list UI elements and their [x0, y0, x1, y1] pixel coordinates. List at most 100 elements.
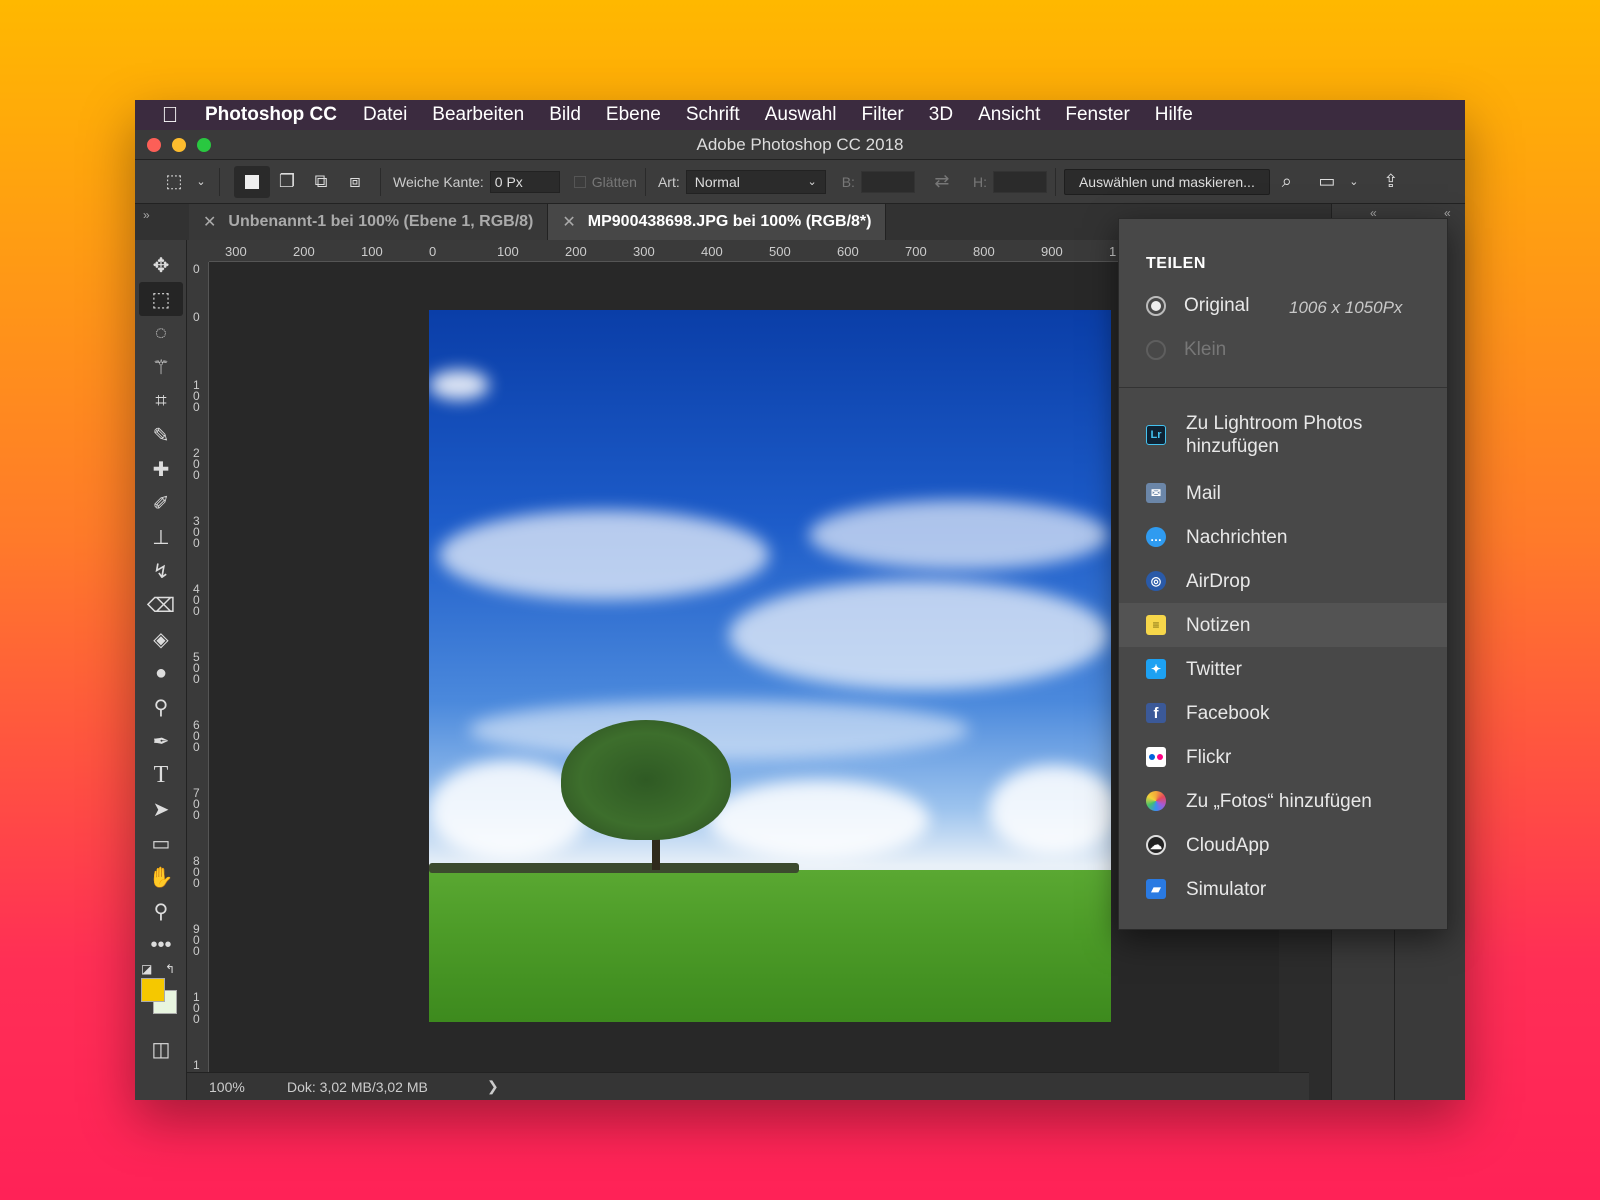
search-icon[interactable]: ⌕ — [1274, 169, 1300, 195]
feather-input[interactable] — [489, 170, 560, 193]
healing-brush-tool-icon[interactable]: ✚ — [135, 452, 187, 486]
tab-mp900438698[interactable]: ✕ MP900438698.JPG bei 100% (RGB/8*) — [548, 204, 887, 240]
add-selection-icon[interactable]: ❐ — [274, 169, 300, 195]
subtract-selection-icon[interactable]: ⧉ — [308, 169, 334, 195]
width-input[interactable] — [860, 170, 915, 193]
menu-app-name[interactable]: Photoshop CC — [205, 104, 337, 126]
menu-schrift[interactable]: Schrift — [686, 104, 740, 126]
share-item-mail[interactable]: ✉ Mail — [1119, 471, 1447, 515]
workspace-icon[interactable]: ▭ — [1314, 169, 1340, 195]
chevron-down-icon: ⌄ — [807, 176, 817, 188]
original-radio[interactable] — [1146, 296, 1166, 316]
stamp-tool-icon[interactable]: ⊥ — [135, 520, 187, 554]
height-input[interactable] — [992, 170, 1047, 193]
hand-tool-icon[interactable]: ✋ — [135, 860, 187, 894]
rectangle-tool-icon[interactable]: ▭ — [135, 826, 187, 860]
crop-tool-icon[interactable]: ⌗ — [135, 384, 187, 418]
dodge-tool-icon[interactable]: ⚲ — [135, 690, 187, 724]
share-item-airdrop[interactable]: ◎ AirDrop — [1119, 559, 1447, 603]
size-small-option[interactable]: Klein — [1146, 339, 1226, 361]
share-icon[interactable]: ⇪ — [1378, 169, 1404, 195]
select-and-mask-button[interactable]: Auswählen und maskieren... — [1063, 168, 1270, 195]
share-item-lightroom[interactable]: Lr Zu Lightroom Photos hinzufügen — [1119, 403, 1447, 467]
menu-ansicht[interactable]: Ansicht — [978, 104, 1040, 126]
marquee-tool-icon[interactable]: ⬚ — [139, 282, 183, 316]
eyedropper-tool-icon[interactable]: ✎ — [135, 418, 187, 452]
lasso-tool-icon[interactable]: ◌ — [135, 316, 187, 350]
marquee-preset-icon[interactable]: ⬚ — [161, 169, 187, 195]
paint-bucket-tool-icon[interactable]: ◈ — [135, 622, 187, 656]
share-item-label: Mail — [1186, 482, 1221, 504]
share-item-fotos[interactable]: Zu „Fotos“ hinzufügen — [1119, 779, 1447, 823]
chevron-down-icon[interactable]: ⌄ — [195, 169, 207, 195]
swap-colors-icon[interactable]: ↰ — [165, 962, 175, 976]
foreground-color[interactable] — [141, 978, 165, 1002]
antialias-label: Glätten — [591, 173, 637, 190]
ruler-tick-label: 900 — [1041, 244, 1063, 259]
move-tool-icon[interactable]: ✥ — [135, 248, 187, 282]
brush-tool-icon[interactable]: ✐ — [135, 486, 187, 520]
color-swatches: ◪ ↰ — [135, 962, 186, 1032]
menu-hilfe[interactable]: Hilfe — [1155, 104, 1193, 126]
document-size: Dok: 3,02 MB/3,02 MB — [287, 1078, 428, 1095]
ruler-tick-label: 400 — [701, 244, 723, 259]
size-original-option[interactable]: Original — [1146, 295, 1249, 317]
share-item-flickr[interactable]: Flickr — [1119, 735, 1447, 779]
options-divider — [219, 167, 220, 196]
zoom-level[interactable]: 100% — [187, 1079, 257, 1095]
history-brush-tool-icon[interactable]: ↯ — [135, 554, 187, 588]
swap-icon[interactable]: ⇄ — [929, 169, 955, 195]
lightroom-icon: Lr — [1146, 425, 1166, 445]
share-item-notizen[interactable]: ≡ Notizen — [1119, 603, 1447, 647]
menu-bearbeiten[interactable]: Bearbeiten — [432, 104, 524, 126]
expand-panel-icon[interactable]: » — [135, 204, 189, 240]
menu-3d[interactable]: 3D — [929, 104, 953, 126]
path-select-tool-icon[interactable]: ➤ — [135, 792, 187, 826]
share-item-twitter[interactable]: ✦ Twitter — [1119, 647, 1447, 691]
share-item-nachrichten[interactable]: … Nachrichten — [1119, 515, 1447, 559]
small-radio[interactable] — [1146, 340, 1166, 360]
tab-unbenannt[interactable]: ✕ Unbenannt-1 bei 100% (Ebene 1, RGB/8) — [189, 204, 549, 240]
simulator-icon: ▰ — [1146, 879, 1166, 899]
pen-tool-icon[interactable]: ✒ — [135, 724, 187, 758]
menu-fenster[interactable]: Fenster — [1065, 104, 1129, 126]
menu-auswahl[interactable]: Auswahl — [765, 104, 837, 126]
share-item-cloudapp[interactable]: ☁ CloudApp — [1119, 823, 1447, 867]
chevron-down-icon[interactable]: ⌄ — [1348, 169, 1360, 195]
tree-crown — [561, 720, 731, 840]
more-tools-icon[interactable]: ••• — [135, 928, 187, 962]
ruler-tick-label: 100 — [193, 378, 200, 414]
share-item-simulator[interactable]: ▰ Simulator — [1119, 867, 1447, 911]
document-image[interactable] — [429, 310, 1111, 1022]
quick-mask-icon[interactable]: ◫ — [135, 1032, 187, 1066]
close-window-button[interactable] — [147, 138, 161, 152]
menu-filter[interactable]: Filter — [862, 104, 904, 126]
antialias-checkbox[interactable] — [573, 175, 586, 188]
share-item-facebook[interactable]: f Facebook — [1119, 691, 1447, 735]
minimize-window-button[interactable] — [172, 138, 186, 152]
ruler-tick-label: 0 — [193, 262, 200, 276]
style-label: Art: — [657, 173, 680, 190]
zoom-tool-icon[interactable]: ⚲ — [135, 894, 187, 928]
vertical-ruler: 0 0 100 200 300 400 500 600 700 800 900 100 1 — [187, 262, 209, 1092]
blur-tool-icon[interactable]: ● — [135, 656, 187, 690]
notes-icon: ≡ — [1146, 615, 1166, 635]
style-select[interactable]: Normal ⌄ — [685, 169, 826, 194]
magic-wand-tool-icon[interactable]: ⚚ — [135, 350, 187, 384]
zoom-window-button[interactable] — [197, 138, 211, 152]
close-icon[interactable]: ✕ — [203, 212, 216, 232]
menu-ebene[interactable]: Ebene — [606, 104, 661, 126]
default-colors-icon[interactable]: ◪ — [141, 962, 152, 976]
intersect-selection-icon[interactable]: ⧈ — [342, 169, 368, 195]
type-tool-icon[interactable]: T — [135, 758, 187, 792]
grass-field — [429, 870, 1111, 1022]
apple-icon[interactable]:  — [135, 102, 205, 128]
close-icon[interactable]: ✕ — [562, 212, 575, 232]
new-selection-button[interactable] — [234, 165, 270, 198]
options-divider — [1054, 167, 1056, 196]
status-menu-icon[interactable]: ❯ — [487, 1078, 499, 1095]
menu-datei[interactable]: Datei — [363, 104, 407, 126]
menu-bild[interactable]: Bild — [549, 104, 581, 126]
eraser-tool-icon[interactable]: ⌫ — [135, 588, 187, 622]
share-item-label: CloudApp — [1186, 834, 1270, 856]
